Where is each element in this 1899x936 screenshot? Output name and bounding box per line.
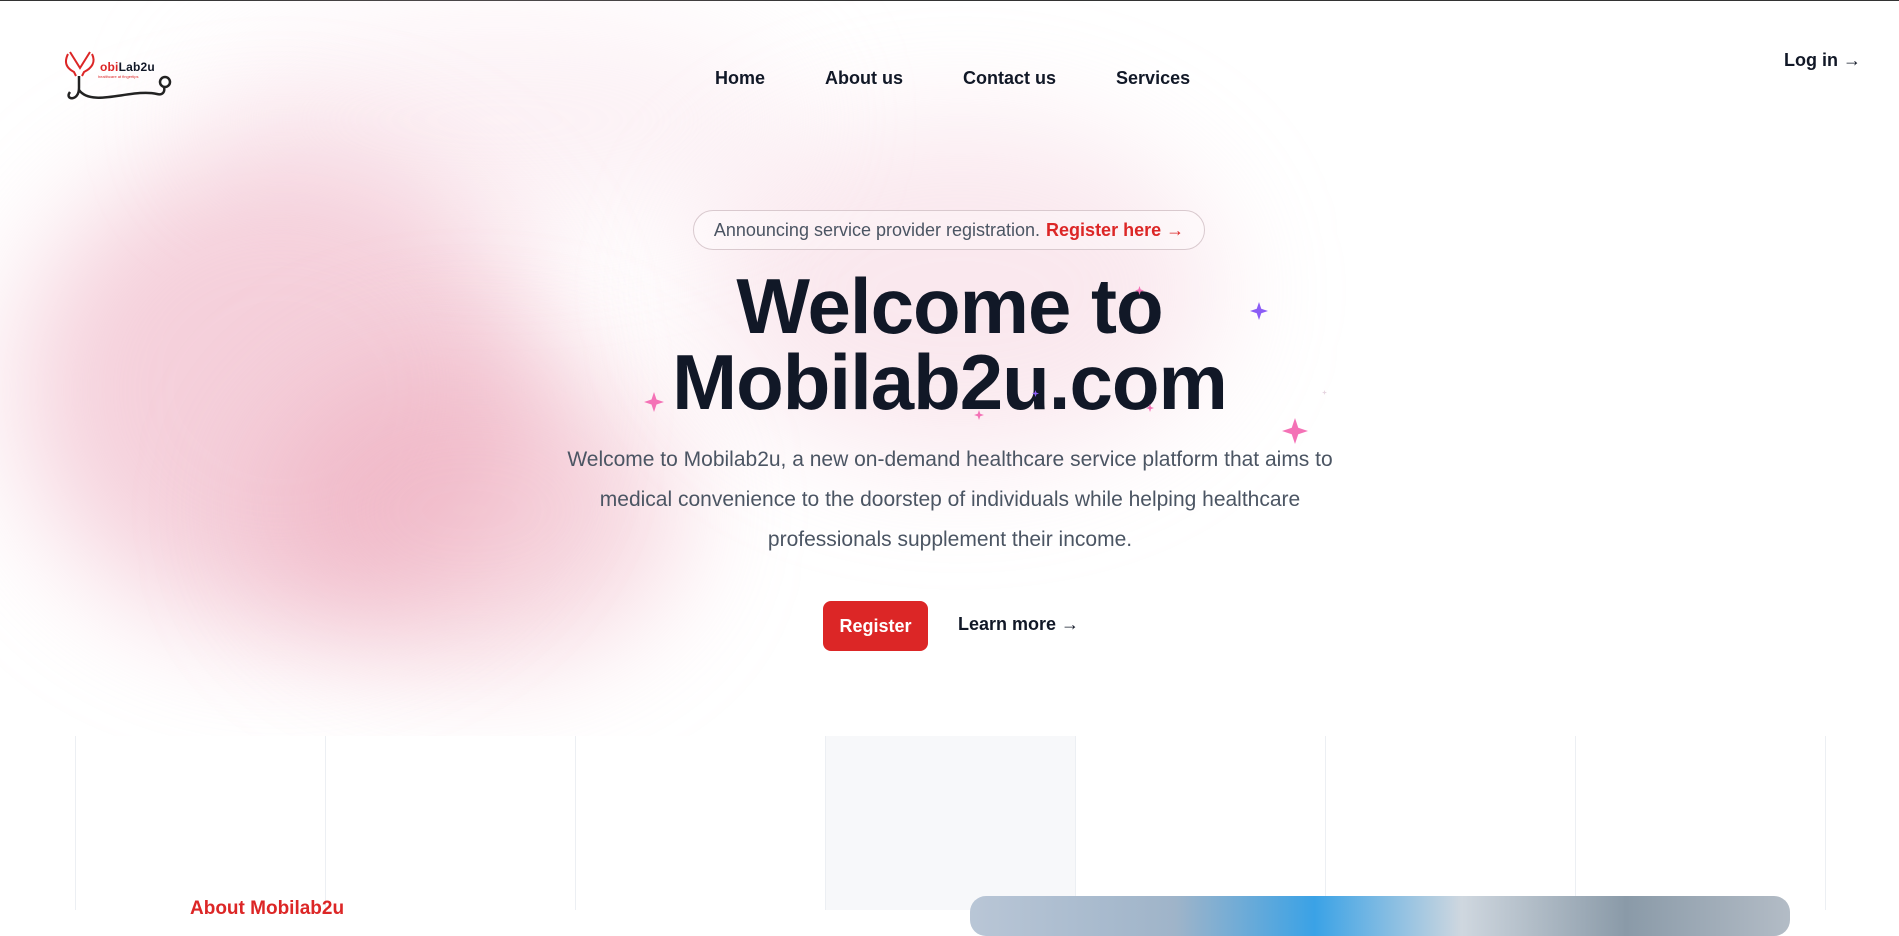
nav-services[interactable]: Services — [1116, 68, 1190, 89]
grid-line — [325, 736, 326, 910]
sparkle-icon — [1146, 404, 1154, 412]
grid-line — [575, 736, 576, 910]
main-nav: Home About us Contact us Services — [715, 68, 1190, 89]
site-header: obiLab2u healthcare at fingertips Home A… — [0, 0, 1899, 120]
sparkle-icon — [1032, 390, 1039, 397]
learn-more-link[interactable]: Learn more → — [958, 614, 1079, 635]
sparkle-icon — [1250, 302, 1268, 320]
about-section: About Mobilab2u — [75, 736, 1875, 936]
grid-line — [1075, 736, 1076, 910]
logo-wordmark: obiLab2u — [100, 60, 155, 74]
sparkle-icon — [1322, 390, 1327, 395]
logo-tagline: healthcare at fingertips — [98, 74, 139, 79]
nav-contact-us[interactable]: Contact us — [963, 68, 1056, 89]
hero-description: Welcome to Mobilab2u, a new on-demand he… — [567, 448, 1333, 551]
stethoscope-logo-icon — [65, 51, 172, 100]
sparkle-icon — [1135, 286, 1144, 295]
sparkle-icon — [644, 392, 664, 412]
grid-line — [1825, 736, 1826, 910]
sparkle-icon — [1282, 418, 1308, 444]
logo-wordmark-part1: obi — [100, 60, 119, 74]
grid-shade — [825, 736, 1075, 910]
nav-home[interactable]: Home — [715, 68, 765, 89]
announcement-pill: Announcing service provider registration… — [693, 210, 1205, 250]
grid-line — [1325, 736, 1326, 910]
grid-line — [1575, 736, 1576, 910]
about-image — [970, 896, 1790, 936]
hero-title-line2: Mobilab2u.com — [672, 338, 1228, 426]
about-section-label: About Mobilab2u — [190, 898, 345, 919]
hero-title: Welcome to Mobilab2u.com — [0, 267, 1899, 421]
hero-title-line1: Welcome to — [736, 262, 1163, 350]
sparkle-icon — [974, 410, 984, 420]
logo-wordmark-part2: Lab2u — [118, 60, 155, 74]
grid-line — [75, 736, 76, 910]
nav-about-us[interactable]: About us — [825, 68, 903, 89]
announcement-text: Announcing service provider registration… — [713, 219, 1041, 240]
brand-logo[interactable]: obiLab2u healthcare at fingertips — [62, 48, 180, 114]
login-link[interactable]: Log in → — [1784, 50, 1861, 71]
register-here-link[interactable]: Register here → — [1046, 220, 1184, 241]
grid-line — [825, 736, 826, 910]
register-button[interactable]: Register — [823, 601, 928, 651]
